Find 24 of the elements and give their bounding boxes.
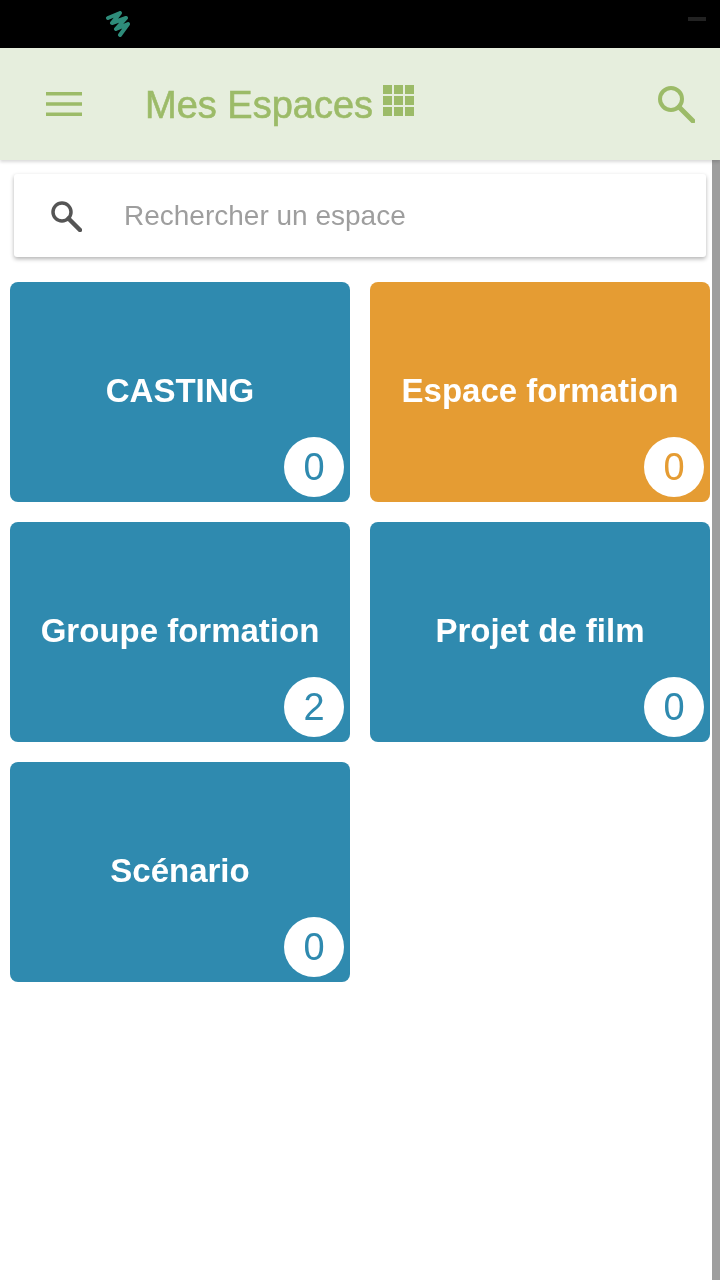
space-tile[interactable]: Scénario 0 [10,762,350,982]
space-tile[interactable]: Groupe formation 2 [10,522,350,742]
page-title: Mes Espaces [145,84,374,124]
status-indicator-icon [688,17,706,21]
space-tile[interactable]: Projet de film 0 [370,522,710,742]
space-name: Scénario [110,852,250,891]
space-name: CASTING [105,372,255,411]
search-field[interactable]: Rechercher un espace [14,174,706,257]
space-tile[interactable]: CASTING 0 [10,282,350,502]
grid-icon[interactable] [383,84,415,116]
count-badge: 0 [644,677,704,737]
menu-icon [46,92,82,116]
space-name: Groupe formation [40,612,320,651]
search-icon [657,85,695,123]
count-badge: 0 [284,917,344,977]
scrollbar[interactable] [712,160,720,1280]
zigzag-logo-icon [104,11,130,37]
space-tile[interactable]: Espace formation 0 [370,282,710,502]
space-name: Espace formation [401,372,679,411]
count-badge: 0 [644,437,704,497]
count-badge: 2 [284,677,344,737]
search-icon [50,200,82,232]
space-name: Projet de film [435,612,645,651]
count-badge: 0 [284,437,344,497]
